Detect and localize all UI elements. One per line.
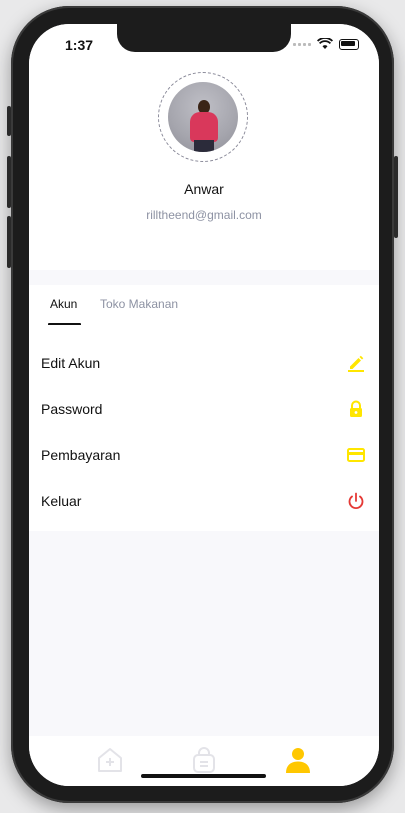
menu-item-keluar[interactable]: Keluar	[29, 478, 379, 524]
volume-up-button	[7, 156, 11, 208]
avatar[interactable]	[168, 82, 238, 152]
credit-card-icon	[347, 448, 365, 462]
notch	[117, 24, 291, 52]
power-icon	[348, 492, 364, 510]
orders-icon[interactable]	[191, 746, 217, 774]
tab-bar: Akun Toko Makanan	[29, 285, 379, 326]
menu-item-label: Edit Akun	[41, 355, 101, 371]
status-time: 1:37	[65, 37, 94, 53]
profile-icon[interactable]	[285, 746, 311, 774]
battery-icon	[339, 38, 359, 50]
lock-icon	[350, 400, 362, 417]
menu-item-label: Pembayaran	[41, 447, 121, 463]
menu-item-label: Password	[41, 401, 103, 417]
signal-icon	[293, 42, 311, 46]
account-menu: Edit Akun Password Pembayaran Keluar	[29, 325, 379, 531]
mute-switch	[7, 106, 11, 136]
wifi-icon	[317, 38, 333, 49]
menu-item-label: Keluar	[41, 493, 82, 509]
profile-email: rilltheend@gmail.com	[146, 208, 262, 222]
bottom-navigation	[29, 736, 379, 786]
tab-akun[interactable]: Akun	[50, 297, 77, 311]
power-button	[394, 156, 398, 238]
profile-header: 1:37 Anwar rilltheend@gmail.com	[29, 24, 379, 270]
home-icon[interactable]	[97, 746, 123, 774]
profile-name: Anwar	[184, 181, 224, 197]
home-indicator[interactable]	[141, 774, 266, 778]
tab-toko-makanan[interactable]: Toko Makanan	[100, 297, 178, 311]
menu-item-pembayaran[interactable]: Pembayaran	[29, 432, 379, 478]
avatar-frame[interactable]	[158, 72, 248, 162]
app-screen: 1:37 Anwar rilltheend@gmail.com Akun Tok…	[29, 24, 379, 786]
edit-icon	[348, 355, 364, 372]
menu-item-edit-akun[interactable]: Edit Akun	[29, 340, 379, 386]
status-icons	[293, 38, 359, 50]
menu-item-password[interactable]: Password	[29, 386, 379, 432]
volume-down-button	[7, 216, 11, 268]
